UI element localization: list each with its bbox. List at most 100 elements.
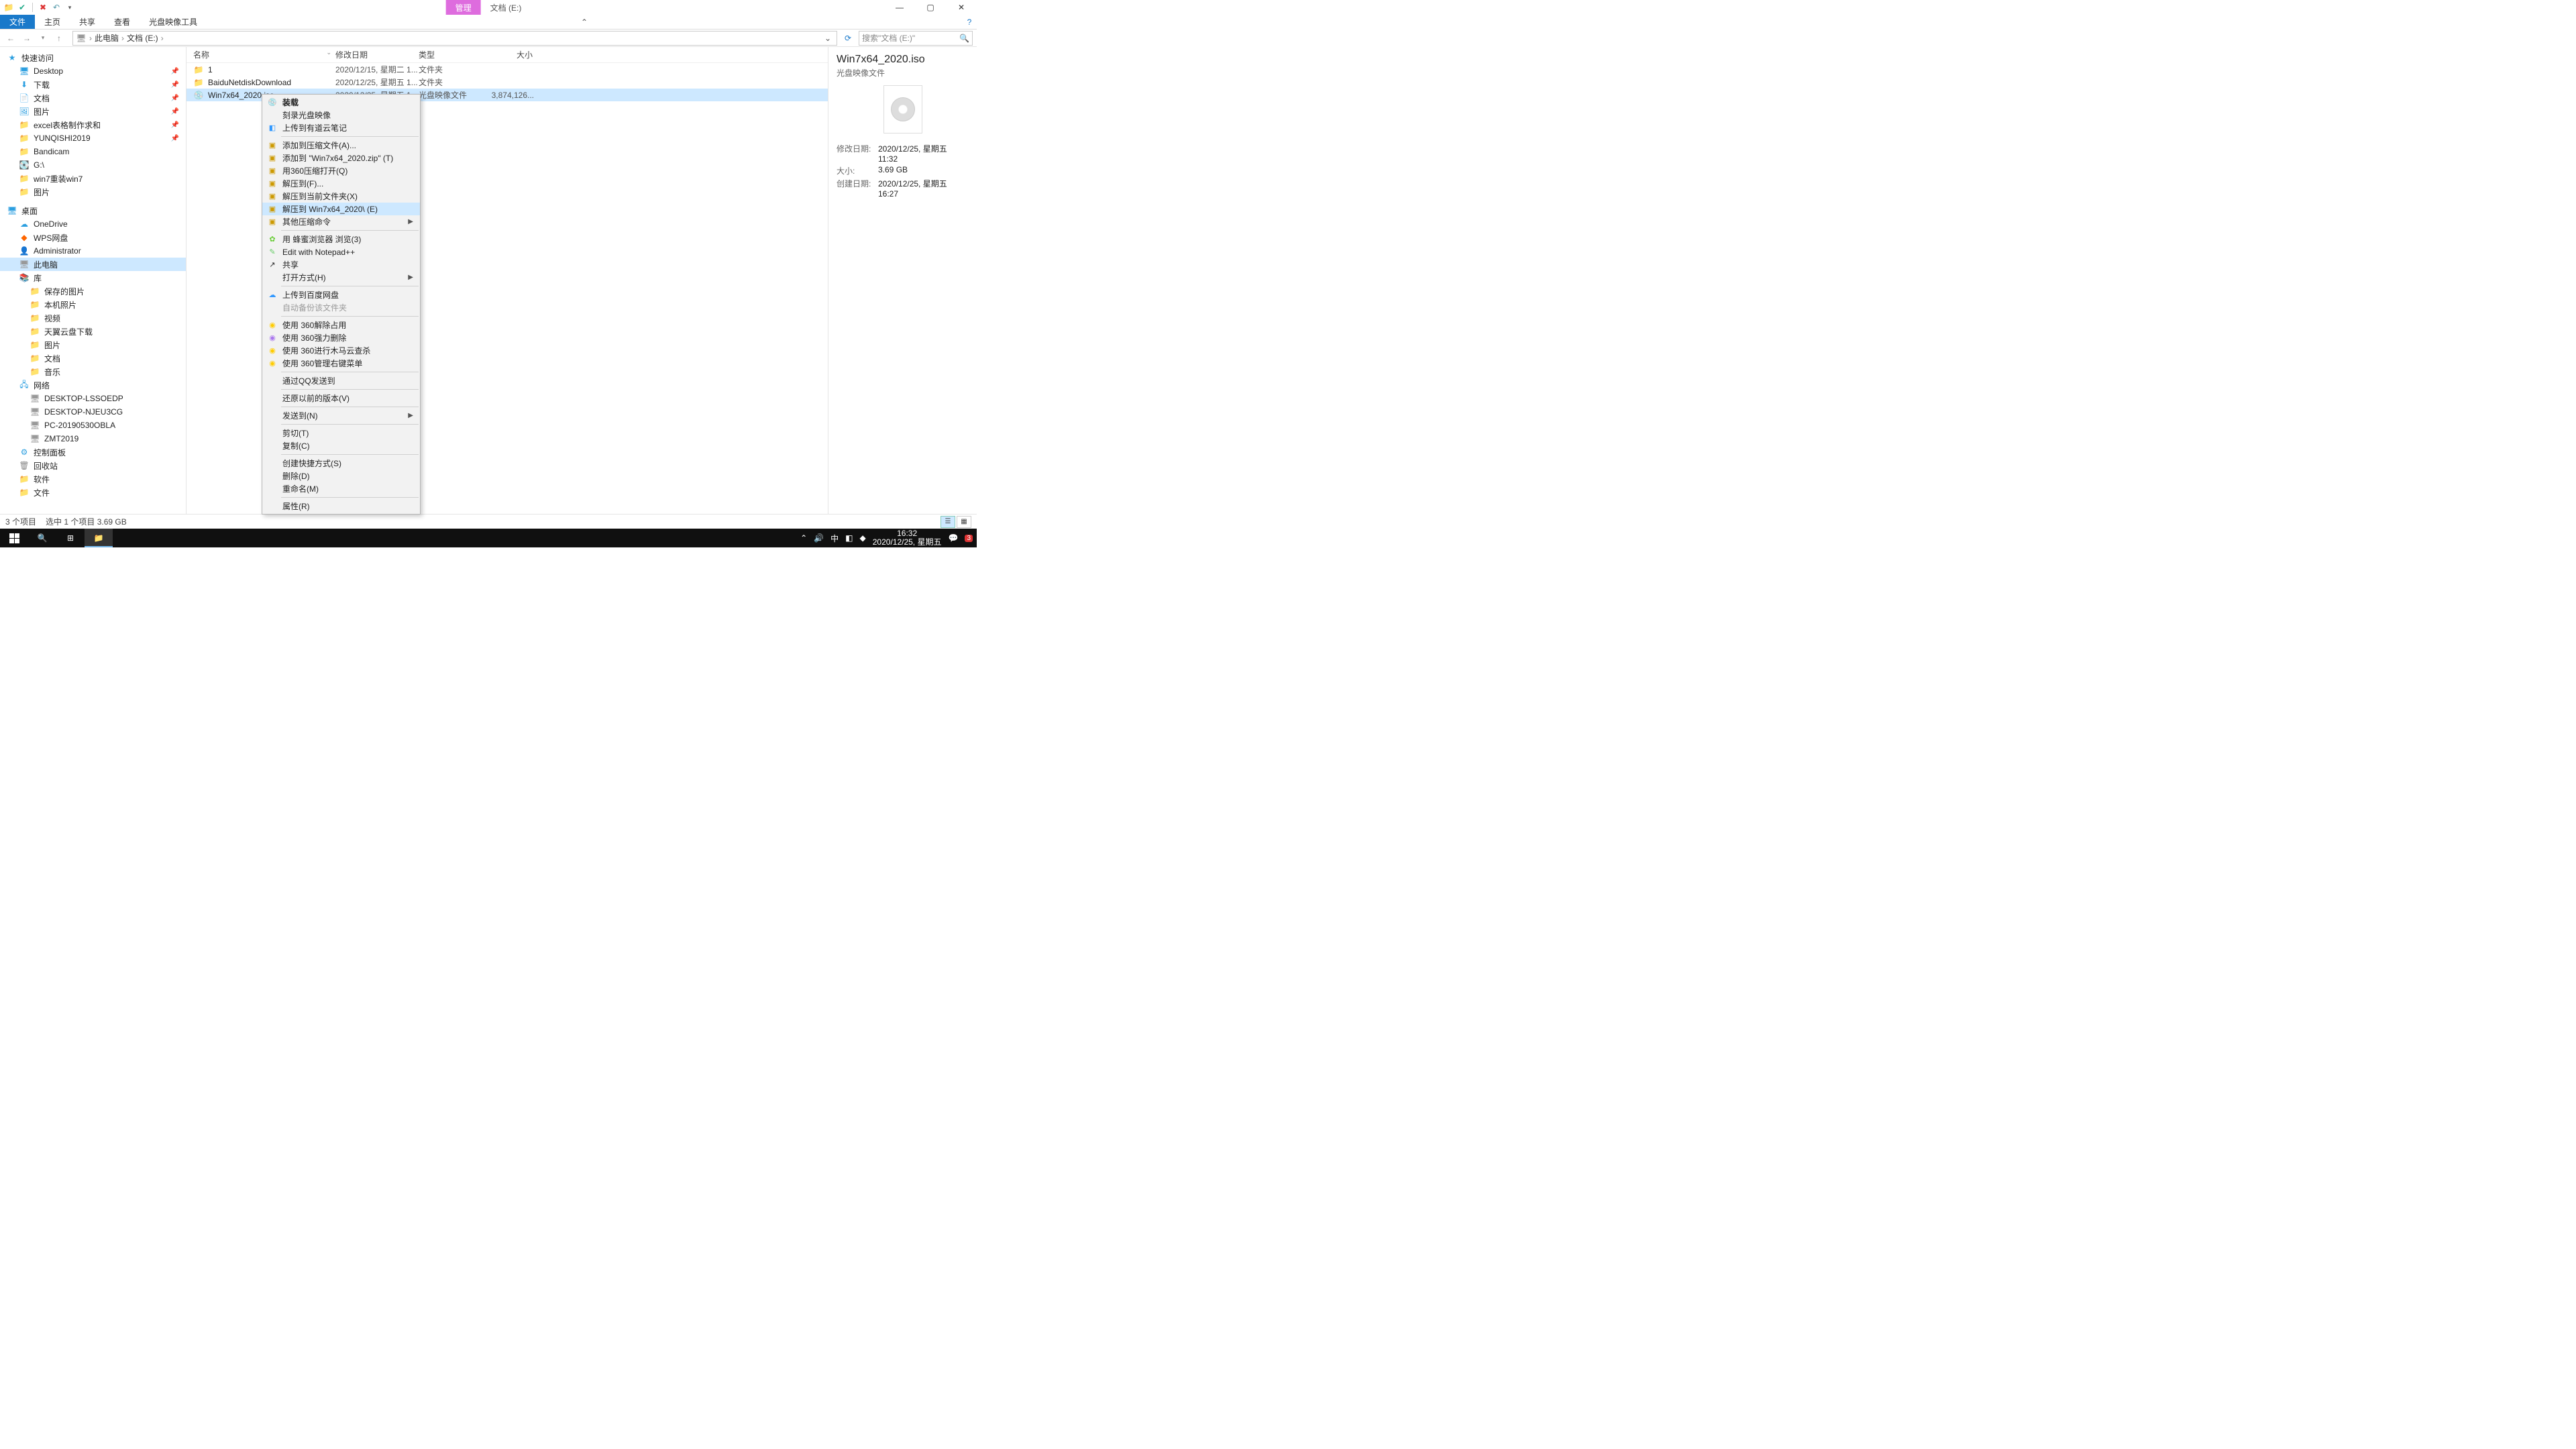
explorer-taskbar-button[interactable]: 📁 — [85, 529, 113, 547]
tree-recycle-bin[interactable]: 🗑回收站 — [0, 459, 186, 472]
tree-files[interactable]: 📁文件 — [0, 486, 186, 499]
ctx-send-to[interactable]: 发送到(N)▶ — [262, 409, 420, 422]
ctx-cut[interactable]: 剪切(T) — [262, 427, 420, 439]
tree-wps[interactable]: ◆WPS网盘 — [0, 231, 186, 244]
ctx-360-force-delete[interactable]: ◉使用 360强力删除 — [262, 331, 420, 344]
ctx-delete[interactable]: 删除(D) — [262, 470, 420, 482]
search-button[interactable]: 🔍 — [28, 529, 56, 547]
ctx-extract-named[interactable]: ▣解压到 Win7x64_2020\ (E) — [262, 203, 420, 215]
help-icon[interactable]: ? — [962, 15, 977, 29]
ctx-extract-here[interactable]: ▣解压到当前文件夹(X) — [262, 190, 420, 203]
chevron-right-icon[interactable]: › — [89, 34, 92, 43]
home-tab[interactable]: 主页 — [35, 15, 70, 29]
tree-network[interactable]: 🖧网络 — [0, 378, 186, 392]
file-row[interactable]: 📁BaiduNetdiskDownload 2020/12/25, 星期五 1.… — [186, 76, 828, 89]
tree-software[interactable]: 📁软件 — [0, 472, 186, 486]
column-name[interactable]: 名称⌄ — [186, 49, 335, 60]
tray-overflow-icon[interactable]: ⌃ — [800, 533, 807, 543]
column-type[interactable]: 类型 — [419, 49, 486, 60]
file-tab[interactable]: 文件 — [0, 15, 35, 29]
manage-context-tab[interactable]: 管理 — [446, 0, 481, 15]
volume-icon[interactable]: 🔊 — [814, 533, 824, 543]
tree-tianyi[interactable]: 📁天翼云盘下载 — [0, 325, 186, 338]
tree-videos[interactable]: 📁视频 — [0, 311, 186, 325]
chevron-right-icon[interactable]: › — [121, 34, 124, 43]
ctx-baidu-upload[interactable]: ☁上传到百度网盘 — [262, 288, 420, 301]
ctx-properties[interactable]: 属性(R) — [262, 500, 420, 513]
forward-button[interactable]: → — [20, 32, 34, 45]
column-size[interactable]: 大小 — [486, 49, 539, 60]
ctx-bee-browser[interactable]: ✿用 蜂蜜浏览器 浏览(3) — [262, 233, 420, 246]
tree-pictures2[interactable]: 📁图片 — [0, 185, 186, 199]
tree-pictures3[interactable]: 📁图片 — [0, 338, 186, 352]
history-dropdown-icon[interactable]: ▾ — [36, 32, 50, 45]
refresh-button[interactable]: ⟳ — [840, 34, 856, 43]
breadcrumb-pc[interactable]: 此电脑 — [95, 32, 119, 44]
tree-net3[interactable]: 🖥PC-20190530OBLA — [0, 419, 186, 432]
tree-excel[interactable]: 📁excel表格制作求和📌 — [0, 118, 186, 131]
tree-local-pictures[interactable]: 📁本机照片 — [0, 298, 186, 311]
close-red-icon[interactable]: ✖ — [38, 3, 48, 12]
ctx-open-with[interactable]: 打开方式(H)▶ — [262, 271, 420, 284]
ctx-rename[interactable]: 重命名(M) — [262, 482, 420, 495]
address-dropdown-icon[interactable]: ⌄ — [822, 34, 834, 43]
ctx-360-scan[interactable]: ◉使用 360进行木马云查杀 — [262, 344, 420, 357]
ctx-notepadpp[interactable]: ✎Edit with Notepad++ — [262, 246, 420, 258]
undo-icon[interactable]: ↶ — [52, 3, 61, 12]
ctx-360-release[interactable]: ◉使用 360解除占用 — [262, 319, 420, 331]
address-bar[interactable]: 🖥 › 此电脑 › 文档 (E:) › ⌄ — [72, 31, 837, 46]
up-button[interactable]: ↑ — [52, 32, 66, 45]
check-icon[interactable]: ✔ — [17, 3, 27, 12]
start-button[interactable] — [0, 529, 28, 547]
tree-gdrive[interactable]: 💽G:\ — [0, 158, 186, 172]
ctx-360-menu[interactable]: ◉使用 360管理右键菜单 — [262, 357, 420, 370]
tree-thispc[interactable]: 🖥此电脑 — [0, 258, 186, 271]
tree-libraries[interactable]: 📚库 — [0, 271, 186, 284]
tray-app-icon[interactable]: ◆ — [860, 533, 866, 543]
tree-admin[interactable]: 👤Administrator — [0, 244, 186, 258]
tree-net4[interactable]: 🖥ZMT2019 — [0, 432, 186, 445]
column-date[interactable]: 修改日期 — [335, 49, 419, 60]
ctx-youdao-upload[interactable]: ◧上传到有道云笔记 — [262, 121, 420, 134]
ctx-extract-to[interactable]: ▣解压到(F)... — [262, 177, 420, 190]
tree-net2[interactable]: 🖥DESKTOP-NJEU3CG — [0, 405, 186, 419]
maximize-button[interactable]: ▢ — [915, 0, 946, 15]
tree-onedrive[interactable]: ☁OneDrive — [0, 217, 186, 231]
tree-documents2[interactable]: 📁文档 — [0, 352, 186, 365]
disc-image-tools-tab[interactable]: 光盘映像工具 — [140, 15, 207, 29]
tree-saved-pictures[interactable]: 📁保存的图片 — [0, 284, 186, 298]
minimize-button[interactable]: — — [884, 0, 915, 15]
icons-view-button[interactable]: ▦ — [957, 516, 971, 528]
tree-pictures[interactable]: 🖼图片📌 — [0, 105, 186, 118]
tree-control-panel[interactable]: ⚙控制面板 — [0, 445, 186, 459]
search-box[interactable]: 搜索"文档 (E:)" 🔍 — [859, 31, 973, 46]
tree-documents[interactable]: 📄文档📌 — [0, 91, 186, 105]
close-button[interactable]: ✕ — [946, 0, 977, 15]
details-view-button[interactable]: ☰ — [941, 516, 955, 528]
action-center-icon[interactable]: 💬 — [948, 533, 958, 543]
tree-net1[interactable]: 🖥DESKTOP-LSSOEDP — [0, 392, 186, 405]
ctx-burn[interactable]: 刻录光盘映像 — [262, 109, 420, 121]
tree-desktop-cn[interactable]: 🖥桌面 — [0, 204, 186, 217]
tree-music[interactable]: 📁音乐 — [0, 365, 186, 378]
ctx-add-zip[interactable]: ▣添加到 "Win7x64_2020.zip" (T) — [262, 152, 420, 164]
ctx-add-archive[interactable]: ▣添加到压缩文件(A)... — [262, 139, 420, 152]
ctx-qq-send[interactable]: 通过QQ发送到 — [262, 374, 420, 387]
tree-win7reinstall[interactable]: 📁win7重装win7 — [0, 172, 186, 185]
tree-yunqishi[interactable]: 📁YUNQISHI2019📌 — [0, 131, 186, 145]
clock[interactable]: 16:32 2020/12/25, 星期五 — [873, 529, 942, 547]
search-icon[interactable]: 🔍 — [959, 34, 969, 43]
ctx-restore-version[interactable]: 还原以前的版本(V) — [262, 392, 420, 405]
ctx-share[interactable]: ↗共享 — [262, 258, 420, 271]
ctx-open-360zip[interactable]: ▣用360压缩打开(Q) — [262, 164, 420, 177]
quick-access-node[interactable]: ★快速访问 — [0, 51, 186, 64]
breadcrumb-drive[interactable]: 文档 (E:) — [127, 32, 158, 44]
qat-dropdown-icon[interactable]: ▾ — [65, 3, 74, 12]
tree-bandicam[interactable]: 📁Bandicam — [0, 145, 186, 158]
ribbon-collapse-icon[interactable]: ⌃ — [572, 15, 597, 29]
share-tab[interactable]: 共享 — [70, 15, 105, 29]
ctx-create-shortcut[interactable]: 创建快捷方式(S) — [262, 457, 420, 470]
view-tab[interactable]: 查看 — [105, 15, 140, 29]
back-button[interactable]: ← — [4, 32, 17, 45]
tree-desktop[interactable]: 🖥Desktop📌 — [0, 64, 186, 78]
